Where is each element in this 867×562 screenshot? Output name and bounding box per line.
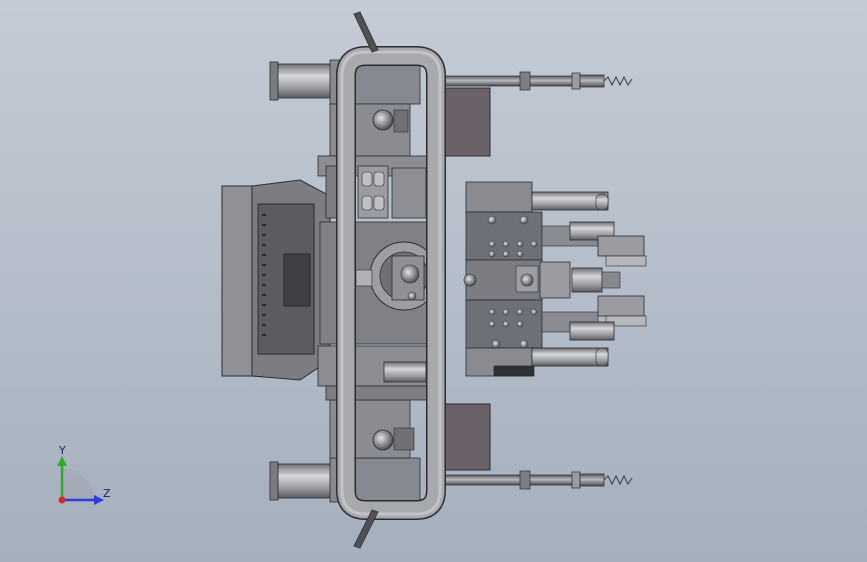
back-plate-bottom [439, 403, 491, 471]
gripper-fingers [569, 193, 647, 367]
triad-y-arrow-icon [57, 456, 67, 466]
back-plate-top [439, 87, 491, 157]
cad-model-view[interactable]: Y Z [0, 0, 867, 562]
threaded-rod-top [429, 71, 633, 91]
cad-viewport[interactable]: Y Z [0, 0, 867, 562]
coordinate-triad: Y Z [57, 444, 111, 505]
triad-z-label: Z [103, 487, 111, 500]
triad-origin [58, 496, 66, 504]
threaded-rod-bottom [429, 470, 633, 490]
triad-y-label: Y [58, 444, 66, 457]
left-enclosure [221, 179, 331, 381]
